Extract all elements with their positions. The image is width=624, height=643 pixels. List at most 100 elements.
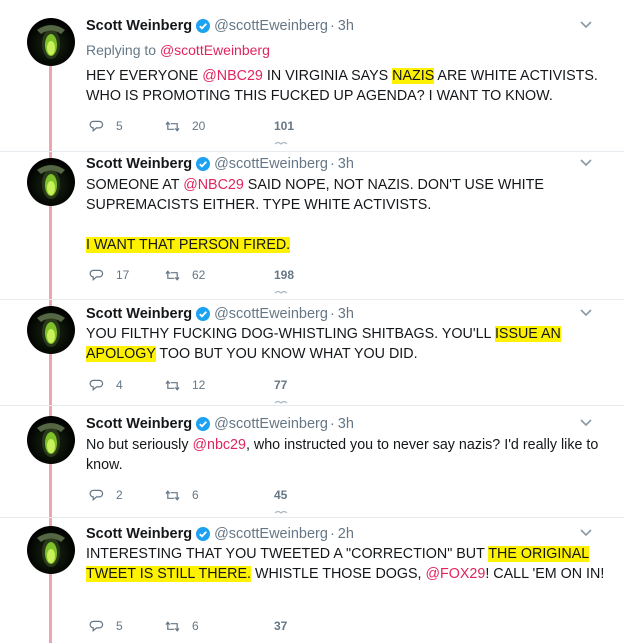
retweet-button[interactable]: 6 [165,619,199,634]
reply-count: 4 [116,378,123,392]
verified-badge-icon [196,307,211,321]
like-button[interactable]: 198 [274,268,294,282]
separator-dot: · [329,306,335,322]
chevron-down-icon[interactable] [580,308,592,318]
tweet[interactable]: Scott Weinberg @scottEweinberg · 3h YOU … [0,300,624,406]
author-name[interactable]: Scott Weinberg [86,306,192,322]
verified-badge-icon [196,157,211,171]
retweet-button[interactable]: 6 [165,488,199,503]
retweet-count: 20 [192,119,206,133]
author-handle[interactable]: @scottEweinberg [214,156,328,172]
author-name[interactable]: Scott Weinberg [86,526,192,542]
tweet-timestamp[interactable]: 2h [338,526,354,542]
text-span: ! CALL 'EM ON IN! [485,566,605,582]
reply-count: 5 [116,619,123,633]
author-handle[interactable]: @scottEweinberg [214,416,328,432]
tweet[interactable]: Scott Weinberg @scottEweinberg · 2h INTE… [0,518,624,643]
retweet-count: 62 [192,268,206,282]
retweet-button[interactable]: 20 [165,119,205,134]
retweet-button[interactable]: 12 [165,378,205,393]
like-button[interactable]: 77 [274,378,287,392]
like-icon[interactable] [274,509,288,515]
retweet-button[interactable]: 62 [165,268,205,283]
like-count: 101 [274,119,295,133]
like-button[interactable]: 37 [274,619,287,633]
author-name[interactable]: Scott Weinberg [86,416,192,432]
text-span: YOU FILTHY FUCKING DOG-WHISTLING SHITBAG… [86,326,495,342]
retweet-count: 12 [192,378,206,392]
retweet-icon [165,120,180,132]
tweet[interactable]: Scott Weinberg @scottEweinberg · 3h Repl… [0,0,624,152]
chevron-down-icon[interactable] [580,528,592,538]
verified-badge-icon [196,527,211,541]
tweet-text: SOMEONE AT @NBC29 SAID NOPE, NOT NAZIS. … [86,175,606,255]
reply-button[interactable]: 5 [89,619,123,634]
like-count: 198 [274,268,295,282]
replying-to-label: Replying to [86,42,160,58]
tweet-timestamp[interactable]: 3h [338,156,354,172]
author-name[interactable]: Scott Weinberg [86,156,192,172]
tweet-timestamp[interactable]: 3h [338,18,354,34]
tweet-text: YOU FILTHY FUCKING DOG-WHISTLING SHITBAG… [86,324,606,364]
reply-icon [89,620,104,632]
avatar[interactable] [27,416,75,464]
reply-icon [89,489,104,501]
like-icon[interactable] [274,289,288,295]
tweet-timestamp[interactable]: 3h [338,306,354,322]
separator-dot: · [329,18,335,34]
avatar[interactable] [27,158,75,206]
like-count: 37 [274,619,288,633]
chevron-down-icon[interactable] [580,418,592,428]
avatar[interactable] [27,526,75,574]
text-span: WHISTLE THOSE DOGS, [250,566,426,582]
retweet-count: 6 [192,619,199,633]
reply-button[interactable]: 2 [89,488,123,503]
author-name[interactable]: Scott Weinberg [86,18,192,34]
tweet-timestamp[interactable]: 3h [338,416,354,432]
text-span: HEY EVERYONE [86,68,203,84]
reply-button[interactable]: 4 [89,378,123,393]
separator-dot: · [329,526,335,542]
reply-icon [89,269,104,281]
reply-icon [89,379,104,391]
mention-link[interactable]: @NBC29 [202,68,263,84]
mention-link[interactable]: @FOX29 [426,566,486,582]
reply-count: 2 [116,488,123,502]
like-count: 77 [274,378,288,392]
text-span: INTERESTING THAT YOU TWEETED A "CORRECTI… [86,546,489,562]
replying-to: Replying to @scottEweinberg [86,42,270,58]
separator-dot: · [329,156,335,172]
tweet-text: No but seriously @nbc29, who instructed … [86,435,606,475]
mention-link[interactable]: @NBC29 [183,177,244,193]
avatar[interactable] [27,306,75,354]
verified-badge-icon [196,417,211,431]
reply-button[interactable]: 5 [89,119,123,134]
text-span: IN VIRGINIA SAYS [262,68,393,84]
text-span: TOO BUT YOU KNOW WHAT YOU DID. [155,346,418,362]
avatar[interactable] [27,18,75,66]
like-button[interactable]: 45 [274,488,287,502]
highlighted-text: I WANT THAT PERSON FIRED. [86,237,291,253]
author-handle[interactable]: @scottEweinberg [214,526,328,542]
retweet-icon [165,489,180,501]
retweet-icon [165,620,180,632]
author-handle[interactable]: @scottEweinberg [214,18,328,34]
mention-link[interactable]: @nbc29 [192,437,245,453]
like-button[interactable]: 101 [274,119,294,133]
retweet-count: 6 [192,488,199,502]
tweet[interactable]: Scott Weinberg @scottEweinberg · 3h No b… [0,406,624,518]
tweet-text: INTERESTING THAT YOU TWEETED A "CORRECTI… [86,544,606,584]
replying-to-handle[interactable]: @scottEweinberg [160,42,270,58]
reply-count: 17 [116,268,130,282]
reply-count: 5 [116,119,123,133]
reply-button[interactable]: 17 [89,268,129,283]
like-icon[interactable] [274,140,288,146]
like-count: 45 [274,488,288,502]
text-span: No but seriously [86,437,193,453]
text-span: SOMEONE AT [86,177,184,193]
chevron-down-icon[interactable] [580,20,592,30]
verified-badge-icon [196,19,211,33]
author-handle[interactable]: @scottEweinberg [214,306,328,322]
chevron-down-icon[interactable] [580,158,592,168]
tweet[interactable]: Scott Weinberg @scottEweinberg · 3h SOME… [0,152,624,300]
